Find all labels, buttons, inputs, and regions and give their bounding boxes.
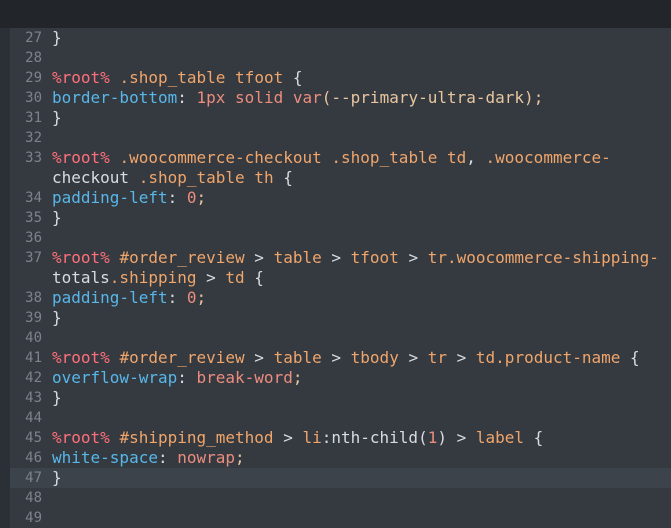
code-text[interactable]: border-bottom: 1px solid var(--primary-u… — [52, 88, 543, 108]
line-number: 28 — [25, 50, 42, 66]
line-number: 29 — [25, 70, 42, 86]
line-number: 36 — [25, 230, 42, 246]
code-text[interactable]: checkout .shop_table th { — [52, 168, 293, 188]
line-number: 45 — [25, 430, 42, 446]
code-text[interactable]: } — [52, 208, 62, 228]
editor-window: 27} 28 29 %root% .shop_table tfoot { 30 borde… — [0, 0, 671, 528]
code-text[interactable]: } — [52, 108, 62, 128]
line-number: 31 — [25, 110, 42, 126]
line-number: 43 — [25, 390, 42, 406]
line-number: 30 — [25, 90, 42, 106]
line-number: 44 — [25, 410, 42, 426]
line-number: 37 — [25, 250, 42, 266]
code-text[interactable]: %root% #order_review > table > tfoot > t… — [52, 248, 659, 268]
line-number: 38 — [25, 290, 42, 306]
code-text[interactable]: white-space: nowrap; — [52, 448, 245, 468]
line-number: 32 — [25, 130, 42, 146]
code-text[interactable]: %root% #shipping_method > li:nth-child(1… — [52, 428, 543, 448]
code-text[interactable]: %root% .woocommerce-checkout .shop_table… — [52, 148, 611, 168]
line-number: 42 — [25, 370, 42, 386]
code-text[interactable]: %root% #order_review > table > tbody > t… — [52, 348, 640, 368]
line-number: 46 — [25, 450, 42, 466]
code-text[interactable]: } — [52, 308, 62, 328]
line-number: 39 — [25, 310, 42, 326]
code-text[interactable]: padding-left: 0; — [52, 188, 206, 208]
editor-top-bar — [0, 0, 671, 28]
line-number: 41 — [25, 350, 42, 366]
line-number: 40 — [25, 330, 42, 346]
code-text[interactable]: } — [52, 388, 62, 408]
line-number: 49 — [25, 510, 42, 526]
line-number: 34 — [25, 190, 42, 206]
line-number: 47 — [25, 470, 42, 486]
code-text[interactable]: totals.shipping > td { — [52, 268, 264, 288]
line-number: 33 — [25, 150, 42, 166]
code-editor[interactable]: 27} 28 29 %root% .shop_table tfoot { 30 borde… — [10, 28, 671, 528]
code-text[interactable]: padding-left: 0; — [52, 288, 206, 308]
code-text[interactable]: overflow-wrap: break-word; — [52, 368, 302, 388]
code-text[interactable]: } — [52, 28, 62, 48]
line-number: 27 — [25, 30, 42, 46]
line-number: 35 — [25, 210, 42, 226]
code-text[interactable]: %root% .shop_table tfoot { — [52, 68, 302, 88]
code-text[interactable]: } — [52, 468, 62, 488]
line-number: 48 — [25, 490, 42, 506]
active-line-highlight — [10, 468, 671, 488]
